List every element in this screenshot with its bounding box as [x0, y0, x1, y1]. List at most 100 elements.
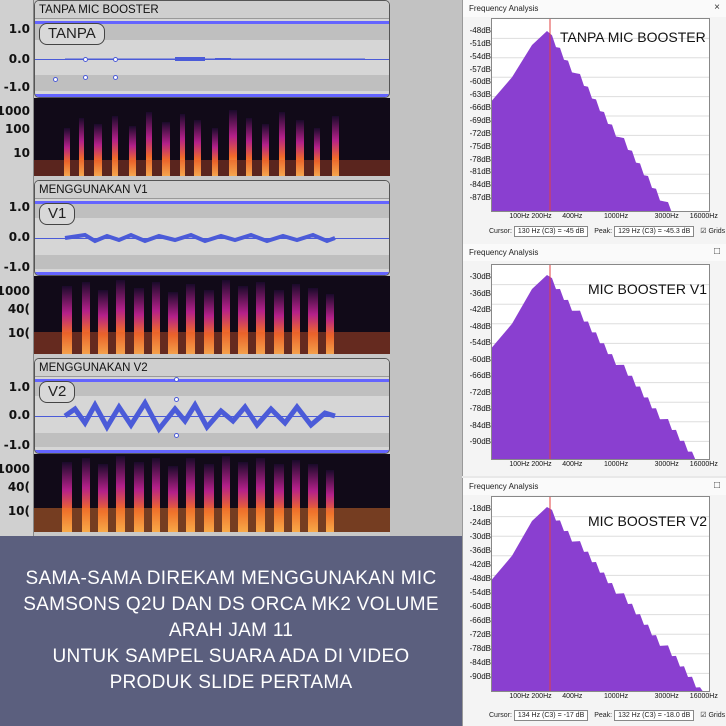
waveform-area[interactable]: MENGGUNAKAN V1 V1: [34, 180, 390, 276]
spec-tick: 1000: [0, 462, 30, 476]
y-tick-label: -84dB: [469, 658, 491, 667]
x-tick-label: 200Hz: [531, 461, 552, 468]
grids-checkbox[interactable]: ☑: [700, 228, 706, 235]
grids-label: Grids: [708, 712, 726, 719]
caption-panel: SAMA-SAMA DIREKAM MENGGUNAKAN MIC SAMSON…: [0, 536, 462, 726]
y-tick-label: -60dB: [469, 602, 491, 611]
scale-mid: 0.0: [8, 52, 30, 66]
spec-tick: 40(: [7, 302, 30, 316]
x-tick-label: 400Hz: [562, 461, 583, 468]
maximize-icon[interactable]: □: [714, 480, 720, 491]
spectrum-plot[interactable]: MIC BOOSTER V2: [491, 496, 710, 692]
y-tick-label: -36dB: [469, 288, 491, 298]
spec-tick: 10: [13, 146, 30, 160]
scale-bot: -1.0: [3, 260, 30, 274]
y-tick-label: -66dB: [469, 371, 491, 381]
x-tick-label: 16000Hz: [689, 213, 718, 220]
x-tick-label: 200Hz: [531, 213, 552, 220]
track-ruler: 1.0 0.0 -1.0 1000 40( 10(: [0, 180, 34, 358]
scale-top: 1.0: [8, 380, 30, 394]
spec-tick: 40(: [7, 480, 30, 494]
x-tick-label: 100Hz: [509, 213, 530, 220]
y-tick-label: -78dB: [469, 154, 491, 164]
track-ruler: 1.0 0.0 -1.0 1000 100 10: [0, 0, 34, 180]
y-tick-label: -48dB: [469, 321, 491, 331]
window-title: Frequency Analysis: [463, 0, 726, 17]
y-tick-label: -66dB: [469, 103, 491, 113]
y-tick-label: -51dB: [469, 38, 491, 48]
maximize-icon[interactable]: □: [714, 246, 720, 257]
x-tick-label: 3000Hz: [654, 693, 679, 700]
scale-top: 1.0: [8, 22, 30, 36]
track-v2: 1.0 0.0 -1.0 1000 40( 10( MENGGUNAKAN V2…: [0, 358, 462, 536]
y-tick-label: -72dB: [469, 630, 491, 639]
y-tick-label: -90dB: [469, 672, 491, 681]
frequency-analysis-window-2[interactable]: Frequency Analysis □ -30dB -36dB -42dB -48d…: [462, 244, 726, 476]
y-tick-label: -66dB: [469, 616, 491, 625]
caption-line: PRODUK SLIDE PERTAMA: [109, 672, 353, 693]
y-tick-label: -54dB: [469, 338, 491, 348]
spectrogram[interactable]: [34, 276, 390, 354]
status-bar: Cursor: 130 Hz (C3) = -45 dB Peak: 129 H…: [463, 226, 726, 237]
spectrum-area: [492, 275, 696, 459]
grids-checkbox[interactable]: ☑: [700, 712, 706, 719]
y-tick-label: -42dB: [469, 305, 491, 315]
spectrogram[interactable]: [34, 454, 390, 532]
cursor-label: Cursor:: [489, 228, 512, 235]
spec-tick: 1000: [0, 284, 30, 298]
frequency-analysis-window-3[interactable]: Frequency Analysis □ -18dB -24dB -30dB -36d…: [462, 478, 726, 726]
waveform: [64, 232, 336, 244]
peak-value: 132 Hz (C3) = -18.0 dB: [614, 710, 695, 721]
y-tick-label: -60dB: [469, 354, 491, 364]
y-tick-label: -57dB: [469, 64, 491, 74]
y-tick-label: -30dB: [469, 532, 491, 541]
scale-bot: -1.0: [3, 80, 30, 94]
window-title: Frequency Analysis: [463, 478, 726, 495]
cursor-label: Cursor:: [489, 712, 512, 719]
peak-label: Peak:: [594, 228, 613, 235]
x-tick-label: 1000Hz: [604, 461, 629, 468]
peak-value: 129 Hz (C3) = -45.3 dB: [614, 226, 695, 237]
y-tick-label: -75dB: [469, 141, 491, 151]
x-tick-label: 1000Hz: [604, 213, 629, 220]
caption-line: SAMSONS Q2U DAN DS ORCA MK2 VOLUME: [23, 594, 439, 615]
track-tanpa: 1.0 0.0 -1.0 1000 100 10 TANPA MIC BOOST…: [0, 0, 462, 180]
y-tick-label: -24dB: [469, 518, 491, 527]
y-tick-label: -78dB: [469, 404, 491, 414]
y-tick-label: -90dB: [469, 437, 491, 447]
y-tick-label: -63dB: [469, 90, 491, 100]
spectrogram[interactable]: [34, 98, 390, 176]
x-tick-label: 100Hz: [509, 693, 530, 700]
x-tick-label: 1000Hz: [604, 693, 629, 700]
caption-line: SAMA-SAMA DIREKAM MENGGUNAKAN MIC: [25, 568, 437, 589]
scale-mid: 0.0: [8, 230, 30, 244]
spectrogram-image: [34, 280, 390, 354]
scale-mid: 0.0: [8, 408, 30, 422]
status-bar: Cursor: 134 Hz (C3) = -17 dB Peak: 132 H…: [463, 710, 726, 721]
caption-line: UNTUK SAMPEL SUARA ADA DI VIDEO: [52, 646, 410, 667]
y-tick-label: -84dB: [469, 420, 491, 430]
waveform: [65, 57, 365, 61]
cursor-value: 134 Hz (C3) = -17 dB: [513, 710, 589, 721]
spec-tick: 10(: [7, 504, 30, 518]
y-tick-label: -72dB: [469, 128, 491, 138]
waveform-area[interactable]: MENGGUNAKAN V2 V2: [34, 358, 390, 454]
y-tick-label: -54dB: [469, 588, 491, 597]
x-tick-label: 3000Hz: [654, 213, 679, 220]
x-tick-label: 400Hz: [562, 213, 583, 220]
plot-label: MIC BOOSTER V2: [588, 513, 708, 529]
close-icon[interactable]: ×: [714, 2, 720, 13]
peak-label: Peak:: [594, 712, 613, 719]
waveform-area[interactable]: TANPA MIC BOOSTER TANPA: [34, 0, 390, 98]
frequency-analysis-window-1[interactable]: Frequency Analysis × -48dB -51dB -54dB -57d…: [462, 0, 726, 244]
caption-line: ARAH JAM 11: [168, 620, 294, 641]
x-tick-label: 400Hz: [562, 693, 583, 700]
x-tick-label: 200Hz: [531, 693, 552, 700]
spectrum-graph: [492, 19, 709, 211]
spectrum-plot[interactable]: MIC BOOSTER V1: [491, 264, 710, 460]
x-tick-label: 16000Hz: [689, 461, 718, 468]
x-tick-label: 100Hz: [509, 461, 530, 468]
track-v1: 1.0 0.0 -1.0 1000 40( 10( MENGGUNAKAN V1…: [0, 180, 462, 358]
spectrum-plot[interactable]: TANPA MIC BOOSTER: [491, 18, 710, 212]
window-title: Frequency Analysis: [463, 244, 726, 261]
